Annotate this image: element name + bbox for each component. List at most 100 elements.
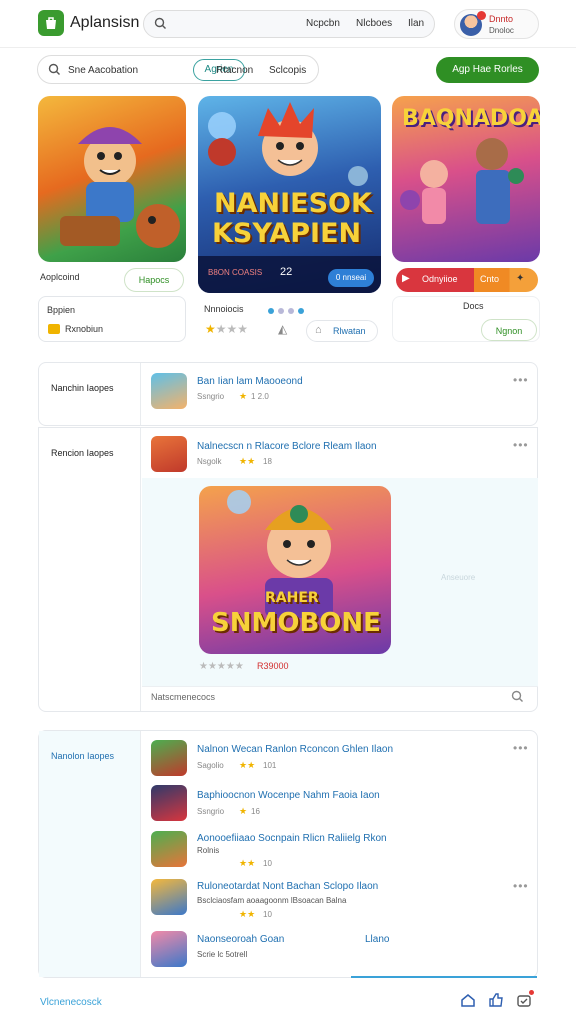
card-1-label: Aoplcoind xyxy=(40,272,80,282)
card-2-title-1: NANIESOK xyxy=(214,188,372,219)
nav-link-1[interactable]: Ncpcbn xyxy=(306,18,340,29)
item-rating: 1 2.0 xyxy=(251,392,269,401)
game-icon[interactable] xyxy=(151,879,187,915)
cta-button[interactable]: Agp Hae Rorles xyxy=(436,57,539,83)
section-3-label: Nanolon Iaopes xyxy=(51,751,115,761)
featured-card-2-image[interactable]: NANIESOK KSYAPIEN B8ON COASIS 22 0 nnsea… xyxy=(198,96,381,293)
item-rating[interactable]: Llano xyxy=(365,934,389,945)
vote-button[interactable]: ⌂ Rlwatan xyxy=(306,320,378,342)
card-2-rating: ★★★★ xyxy=(205,322,249,336)
game-icon[interactable] xyxy=(151,785,187,821)
feature-title-main: SNMOBONE xyxy=(211,608,381,638)
item-title[interactable]: Aonooefiiaao Socnpain Rlicn Raliielg Rko… xyxy=(197,833,387,844)
game-icon[interactable] xyxy=(151,373,187,409)
item-title[interactable]: Naonseoroah Goan xyxy=(197,934,284,945)
search-icon xyxy=(154,17,167,33)
scroll-indicator[interactable] xyxy=(351,976,537,978)
card-2-meta-number: 22 xyxy=(280,266,293,278)
card-1-button[interactable]: Hapocs xyxy=(124,268,184,292)
user-name: Dnnto xyxy=(489,14,514,24)
feature-title-top: RAHER xyxy=(265,590,319,606)
card-3-info-box: Docs Ngnon xyxy=(392,296,540,342)
home-icon: ⌂ xyxy=(315,324,322,336)
app-logo[interactable] xyxy=(38,10,64,36)
more-icon[interactable]: ••• xyxy=(513,879,529,893)
notification-badge xyxy=(477,11,486,20)
feature-card-image[interactable]: RAHER SNMOBONE xyxy=(199,486,391,654)
vote-label: Rlwatan xyxy=(333,326,366,336)
feature-price: R39000 xyxy=(257,661,289,671)
star-icon: ★ xyxy=(239,806,248,816)
tab-rtacnon[interactable]: Rtacnon xyxy=(216,65,253,76)
item-rating: 16 xyxy=(251,807,260,816)
card-1-box-item[interactable]: Rxnobiun xyxy=(65,324,103,334)
home-icon[interactable] xyxy=(460,992,476,1011)
item-title[interactable]: Ban Iian lam Maooeond xyxy=(197,376,303,387)
item-rating: 101 xyxy=(263,761,277,770)
item-title[interactable]: Baphioocnon Wocenpe Nahm Faoia Iaon xyxy=(197,790,380,801)
play-icon: ▶ xyxy=(402,273,410,284)
card-2-pill[interactable]: 0 nnseai xyxy=(328,269,374,287)
featured-card-1-image[interactable] xyxy=(38,96,186,262)
item-rating: 18 xyxy=(263,457,272,466)
nav-link-3[interactable]: Ilan xyxy=(408,18,424,29)
item-title[interactable]: Nalnecscn n Rlacore Bclore Rleam Ilaon xyxy=(197,441,377,452)
tab-sclcopis[interactable]: Sclcopis xyxy=(269,65,306,76)
user-menu[interactable]: Dnnto Dnoloc xyxy=(454,9,539,39)
section-2-search[interactable]: Natscmenecocs xyxy=(151,692,215,702)
notification-dot xyxy=(529,990,534,995)
item-rating: 10 xyxy=(263,910,272,919)
thumbs-up-icon[interactable] xyxy=(488,992,504,1011)
card-3-caption: Docs xyxy=(463,301,484,311)
bottom-bar: Vlcnenecosck xyxy=(0,980,576,1024)
item-sub: Bsclciaosfam aoaagoonm lBsoacan Balna xyxy=(197,896,347,905)
section-3: Nanolon Iaopes Nalnon Wecan Ranlon Rconc… xyxy=(38,730,538,978)
card-1-info-box: Bppien Rxnobiun xyxy=(38,296,186,342)
card-3-action-bar[interactable]: ▶ Odnyiioe Cnto ✦ xyxy=(396,268,538,292)
card-2-meta: B8ON COASIS xyxy=(208,268,263,277)
game-icon[interactable] xyxy=(151,931,187,967)
item-title[interactable]: Nalnon Wecan Ranlon Rconcon Ghlen Ilaon xyxy=(197,744,393,755)
featured-card-3-image[interactable]: BAQNADOALIA xyxy=(392,96,540,262)
star-icon: ★★ xyxy=(239,909,256,919)
game-icon[interactable] xyxy=(151,740,187,776)
global-search[interactable]: Ncpcbn Nlcboes Ilan xyxy=(143,10,435,38)
star-icon: ★★ xyxy=(239,858,256,868)
user-sub: Dnoloc xyxy=(489,26,514,35)
card-2-title-2: KSYAPIEN xyxy=(212,218,362,249)
carousel-dots[interactable] xyxy=(268,305,304,317)
card-2-caption: Nnnoiocis xyxy=(204,304,244,314)
gamepad-icon[interactable]: ◭ xyxy=(278,322,287,336)
card-3-button[interactable]: Ngnon xyxy=(481,319,537,341)
more-icon[interactable]: ••• xyxy=(513,438,529,452)
star-icon: ★★ xyxy=(239,456,256,466)
folder-icon xyxy=(48,324,60,334)
item-sub: Sagolio xyxy=(197,761,224,770)
item-sub: Scrie lc 5otrell xyxy=(197,950,248,959)
item-title[interactable]: Ruloneotardat Nont Bachan Sclopo Ilaon xyxy=(197,881,378,892)
star-icon: ★★ xyxy=(239,760,256,770)
filter-search-text[interactable]: Sne Aacobation xyxy=(68,65,138,76)
footer-link[interactable]: Vlcnenecosck xyxy=(40,997,102,1008)
compass-icon[interactable]: ✦ xyxy=(516,273,524,284)
game-art-1 xyxy=(60,127,180,248)
more-icon[interactable]: ••• xyxy=(513,373,529,387)
item-sub: Ssngrio xyxy=(197,392,225,401)
app-name: Aplansisn xyxy=(70,14,140,31)
card-1-box-title: Bppien xyxy=(47,305,76,315)
item-sub: Nsgolk xyxy=(197,457,222,466)
section-1: Nanchin Iaopes Ban Iian lam Maooeond Ssn… xyxy=(38,362,538,426)
game-icon[interactable] xyxy=(151,831,187,867)
item-sub: Rolnis xyxy=(197,846,220,855)
card-3-btn-left[interactable]: Odnyiioe xyxy=(422,274,458,284)
game-icon[interactable] xyxy=(151,436,187,472)
feature-rating: ★★★★★ xyxy=(199,661,244,672)
search-icon[interactable] xyxy=(511,690,524,706)
feature-side-text: Anseuore xyxy=(441,573,476,582)
card-3-btn-mid[interactable]: Cnto xyxy=(480,274,499,284)
filter-bar[interactable]: Sne Aacobation Agrien Rtacnon Sclcopis xyxy=(37,55,319,84)
star-icon: ★ xyxy=(239,391,248,401)
more-icon[interactable]: ••• xyxy=(513,741,529,755)
nav-link-2[interactable]: Nlcboes xyxy=(356,18,392,29)
cart-icon[interactable] xyxy=(516,992,532,1011)
